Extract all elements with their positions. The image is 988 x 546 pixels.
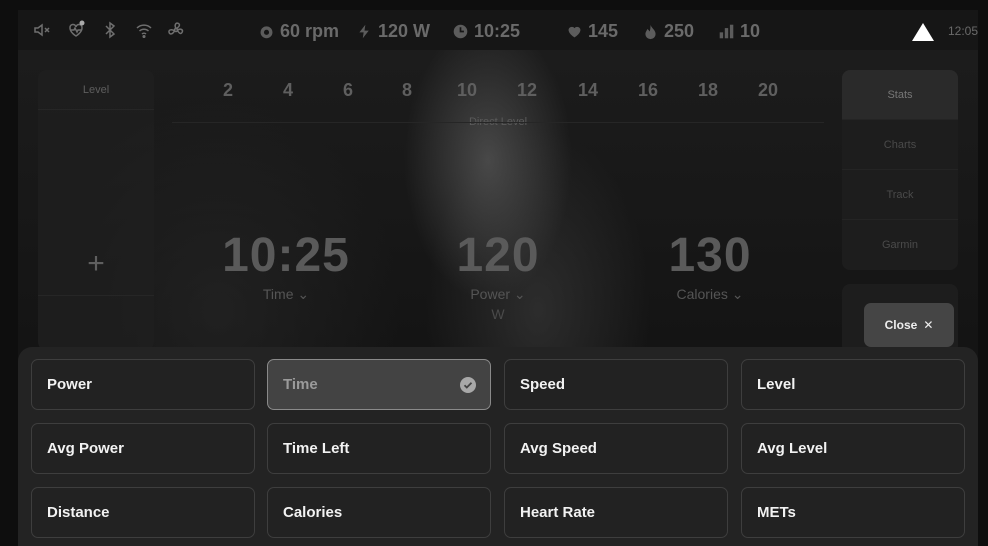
option-speed[interactable]: Speed: [504, 359, 728, 410]
direct-level-14[interactable]: 14: [568, 80, 608, 101]
time-display-label[interactable]: Time ⌄: [236, 286, 336, 303]
option-avg-power[interactable]: Avg Power: [31, 423, 255, 474]
option-avg-speed[interactable]: Avg Speed: [504, 423, 728, 474]
power-metric: 120 W: [356, 20, 430, 42]
direct-level-12[interactable]: 12: [507, 80, 547, 101]
option-heart-rate[interactable]: Heart Rate: [504, 487, 728, 538]
divider: [38, 295, 154, 296]
heart-rate-value: 145: [588, 20, 619, 41]
divider: [172, 122, 824, 123]
warning-icon[interactable]: [911, 22, 935, 42]
direct-level-4[interactable]: 4: [268, 80, 308, 101]
tab-garmin[interactable]: Garmin: [842, 220, 958, 270]
direct-level-8[interactable]: 8: [387, 80, 427, 101]
direct-level-18[interactable]: 18: [688, 80, 728, 101]
flame-icon: [645, 24, 656, 39]
power-value: 120 W: [378, 20, 431, 41]
direct-level-20[interactable]: 20: [748, 80, 788, 101]
heart-monitor-icon[interactable]: [66, 20, 86, 40]
level-bars-icon: [719, 24, 734, 38]
close-icon: ✕: [923, 318, 934, 332]
mute-icon[interactable]: [32, 20, 52, 40]
close-button[interactable]: Close ✕: [864, 303, 954, 347]
level-panel-title: Level: [82, 84, 110, 96]
option-level[interactable]: Level: [741, 359, 965, 410]
option-mets[interactable]: METs: [741, 487, 965, 538]
time-value: 10:25: [474, 20, 521, 41]
clock-icon: [453, 24, 468, 38]
divider: [38, 109, 154, 110]
bluetooth-icon[interactable]: [100, 20, 120, 40]
calories-display-label[interactable]: Calories ⌄: [650, 286, 770, 303]
power-unit: W: [491, 306, 505, 322]
level-value: 10: [740, 20, 761, 41]
direct-level-2[interactable]: 2: [208, 80, 248, 101]
direct-level-10[interactable]: 10: [447, 80, 487, 101]
heart-icon: [568, 26, 581, 37]
cadence-value: 60 rpm: [280, 20, 340, 41]
status-bar: 60 rpm 120 W 10:25 145 250 10 12:05: [18, 10, 978, 50]
fan-icon[interactable]: [166, 20, 186, 40]
option-avg-level[interactable]: Avg Level: [741, 423, 965, 474]
tab-stats[interactable]: Stats: [842, 70, 958, 120]
option-distance[interactable]: Distance: [31, 487, 255, 538]
tab-charts[interactable]: Charts: [842, 120, 958, 170]
system-clock: 12:05: [948, 24, 979, 38]
option-time-left[interactable]: Time Left: [267, 423, 491, 474]
tab-track[interactable]: Track: [842, 170, 958, 220]
close-button-label: Close: [884, 318, 918, 332]
direct-level-16[interactable]: 16: [628, 80, 668, 101]
option-time[interactable]: Time: [267, 359, 491, 410]
time-display: 10:25: [222, 229, 350, 282]
level-panel: Level +: [38, 70, 154, 350]
option-power[interactable]: Power: [31, 359, 255, 410]
calories-value: 250: [664, 20, 695, 41]
calories-display: 130: [668, 229, 752, 282]
power-display: 120: [456, 229, 540, 282]
option-calories[interactable]: Calories: [267, 487, 491, 538]
cadence-metric: 60 rpm: [258, 20, 339, 42]
view-tabs: Stats Charts Track Garmin: [842, 70, 958, 270]
power-display-label[interactable]: Power ⌄: [448, 286, 548, 303]
level-metric: 10: [718, 20, 760, 42]
time-metric: 10:25: [452, 20, 520, 42]
heart-rate-metric: 145: [566, 20, 618, 42]
power-bolt-icon: [359, 24, 369, 38]
level-increase-button[interactable]: +: [38, 249, 154, 279]
calories-metric: 250: [642, 20, 694, 42]
wifi-icon[interactable]: [134, 20, 154, 40]
direct-level-6[interactable]: 6: [328, 80, 368, 101]
check-icon: [460, 377, 476, 393]
cadence-icon: [260, 25, 273, 38]
